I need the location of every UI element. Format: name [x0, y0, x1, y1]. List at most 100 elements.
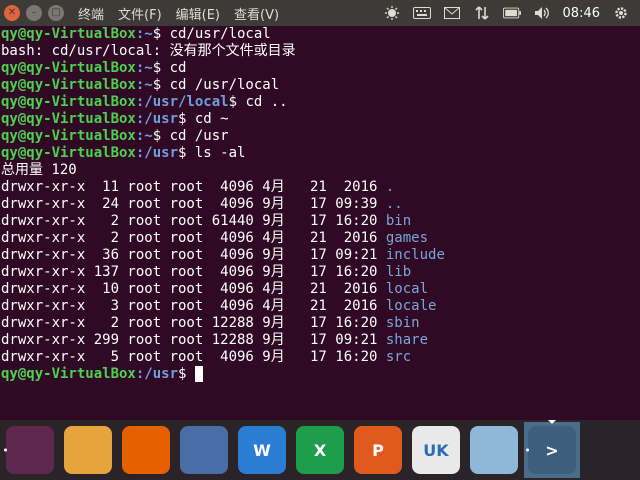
launcher-dock: W X P UK >: [0, 420, 640, 480]
terminal-launcher[interactable]: >: [524, 420, 580, 478]
ubuntu-dash-launcher[interactable]: [2, 422, 58, 478]
software-updater-launcher[interactable]: [466, 422, 522, 478]
prompt-symbol: $: [152, 128, 170, 144]
command-text: cd /usr/local: [169, 77, 280, 93]
files-launcher[interactable]: [60, 422, 116, 478]
close-window-button[interactable]: ✕: [4, 5, 20, 21]
listing-meta: drwxr-xr-x 299 root root 12288 9月 17 09:…: [1, 332, 386, 348]
power-gear-icon[interactable]: [612, 5, 630, 21]
weather-icon[interactable]: [383, 5, 401, 21]
chromium-icon: [180, 426, 228, 474]
command-text: cd ~: [194, 111, 229, 127]
listing-row: drwxr-xr-x 10 root root 4096 4月 21 2016 …: [0, 281, 640, 298]
listing-name: local: [385, 281, 429, 297]
listing-meta: drwxr-xr-x 2 root root 4096 4月 21 2016: [1, 230, 386, 246]
terminal-line: qy@qy-VirtualBox:~$ cd/usr/local: [0, 26, 640, 43]
listing-row: drwxr-xr-x 3 root root 4096 4月 21 2016 l…: [0, 298, 640, 315]
wps-writer-launcher[interactable]: W: [234, 422, 290, 478]
listing-name: locale: [385, 298, 437, 314]
prompt-path: :~: [135, 60, 153, 76]
listing-row: drwxr-xr-x 24 root root 4096 9月 17 09:39…: [0, 196, 640, 213]
menu-terminal[interactable]: 终端: [78, 4, 104, 23]
software-updater-icon: [470, 426, 518, 474]
terminal-output[interactable]: qy@qy-VirtualBox:~$ cd/usr/local bash: cd…: [0, 26, 640, 420]
listing-meta: drwxr-xr-x 24 root root 4096 9月 17 09:39: [1, 196, 386, 212]
top-panel: ✕ – □ 终端 文件(F) 编辑(E) 查看(V) 08:46: [0, 0, 640, 26]
running-indicator: [4, 448, 7, 452]
terminal-line: qy@qy-VirtualBox:~$ cd /usr/local: [0, 77, 640, 94]
command-text: cd /usr: [169, 128, 229, 144]
listing-row: drwxr-xr-x 2 root root 12288 9月 17 16:20…: [0, 315, 640, 332]
listing-name: bin: [385, 213, 412, 229]
network-icon[interactable]: [473, 5, 491, 21]
battery-icon[interactable]: [502, 5, 521, 21]
ubuntu-dash-icon: [6, 426, 54, 474]
current-prompt-line[interactable]: qy@qy-VirtualBox:/usr$: [0, 366, 640, 383]
menu-file[interactable]: 文件(F): [118, 4, 162, 23]
listing-meta: drwxr-xr-x 2 root root 12288 9月 17 16:20: [1, 315, 386, 331]
command-text: cd ..: [245, 94, 288, 110]
ubuntu-kylin-uk-icon: UK: [412, 426, 460, 474]
prompt-path: :/usr: [135, 145, 179, 161]
prompt-user-host: qy@qy-VirtualBox: [1, 26, 136, 42]
terminal-line: qy@qy-VirtualBox:~$ cd: [0, 60, 640, 77]
wps-spreadsheet-launcher[interactable]: X: [292, 422, 348, 478]
listing-meta: drwxr-xr-x 2 root root 61440 9月 17 16:20: [1, 213, 386, 229]
prompt-path: :/usr: [135, 366, 179, 382]
prompt-user-host: qy@qy-VirtualBox: [1, 60, 136, 76]
firefox-launcher[interactable]: [118, 422, 174, 478]
clock[interactable]: 08:46: [563, 6, 600, 21]
listing-row: drwxr-xr-x 2 root root 4096 4月 21 2016 g…: [0, 230, 640, 247]
wps-presentation-icon: P: [354, 426, 402, 474]
minimize-window-button[interactable]: –: [26, 5, 42, 21]
prompt-user-host: qy@qy-VirtualBox: [1, 366, 136, 382]
listing-meta: drwxr-xr-x 137 root root 4096 9月 17 16:2…: [1, 264, 386, 280]
listing-row: drwxr-xr-x 5 root root 4096 9月 17 16:20 …: [0, 349, 640, 366]
prompt-symbol: $: [152, 26, 170, 42]
listing-name: src: [385, 349, 412, 365]
listing-meta: drwxr-xr-x 3 root root 4096 4月 21 2016: [1, 298, 386, 314]
indicator-area: 08:46: [383, 5, 640, 21]
terminal-line: bash: cd/usr/local: 没有那个文件或目录: [0, 43, 640, 60]
terminal-line: qy@qy-VirtualBox:/usr/local$ cd ..: [0, 94, 640, 111]
terminal-line: qy@qy-VirtualBox:~$ cd /usr: [0, 128, 640, 145]
running-indicator: [526, 448, 529, 452]
listing-name: lib: [385, 264, 412, 280]
prompt-symbol: $: [152, 60, 170, 76]
output-text: bash: cd/usr/local: 没有那个文件或目录: [1, 43, 296, 59]
listing-name: .: [385, 179, 395, 195]
prompt-path: :~: [135, 26, 153, 42]
volume-icon[interactable]: [533, 5, 551, 21]
listing-row: drwxr-xr-x 2 root root 61440 9月 17 16:20…: [0, 213, 640, 230]
system-tools-launcher[interactable]: [582, 422, 638, 478]
command-text: cd: [169, 60, 187, 76]
indicator-dot: [4, 448, 7, 452]
terminal-icon: >: [528, 426, 576, 474]
prompt-user-host: qy@qy-VirtualBox: [1, 145, 136, 161]
prompt-user-host: qy@qy-VirtualBox: [1, 111, 136, 127]
output-text: 总用量 120: [1, 162, 77, 178]
listing-name: share: [385, 332, 429, 348]
prompt-path: :/usr: [135, 111, 179, 127]
mail-icon[interactable]: [443, 5, 461, 21]
prompt-symbol: $: [228, 94, 246, 110]
prompt-symbol: $: [178, 366, 195, 382]
keyboard-icon[interactable]: [412, 5, 431, 21]
listing-name: include: [385, 247, 445, 263]
menu-edit[interactable]: 编辑(E): [176, 4, 220, 23]
command-text: ls -al: [194, 145, 246, 161]
maximize-window-button[interactable]: □: [48, 5, 64, 21]
listing-row: drwxr-xr-x 299 root root 12288 9月 17 09:…: [0, 332, 640, 349]
ubuntu-kylin-uk-launcher[interactable]: UK: [408, 422, 464, 478]
indicator-dot: [526, 448, 529, 452]
system-tools-icon: [586, 426, 634, 474]
chromium-launcher[interactable]: [176, 422, 232, 478]
listing-meta: drwxr-xr-x 10 root root 4096 4月 21 2016: [1, 281, 386, 297]
listing-row: drwxr-xr-x 11 root root 4096 4月 21 2016 …: [0, 179, 640, 196]
wps-presentation-launcher[interactable]: P: [350, 422, 406, 478]
listing-row: drwxr-xr-x 36 root root 4096 9月 17 09:21…: [0, 247, 640, 264]
listing-name: games: [385, 230, 429, 246]
menu-view[interactable]: 查看(V): [234, 4, 279, 23]
menubar: 终端 文件(F) 编辑(E) 查看(V): [78, 4, 279, 23]
active-indicator: [548, 420, 556, 424]
